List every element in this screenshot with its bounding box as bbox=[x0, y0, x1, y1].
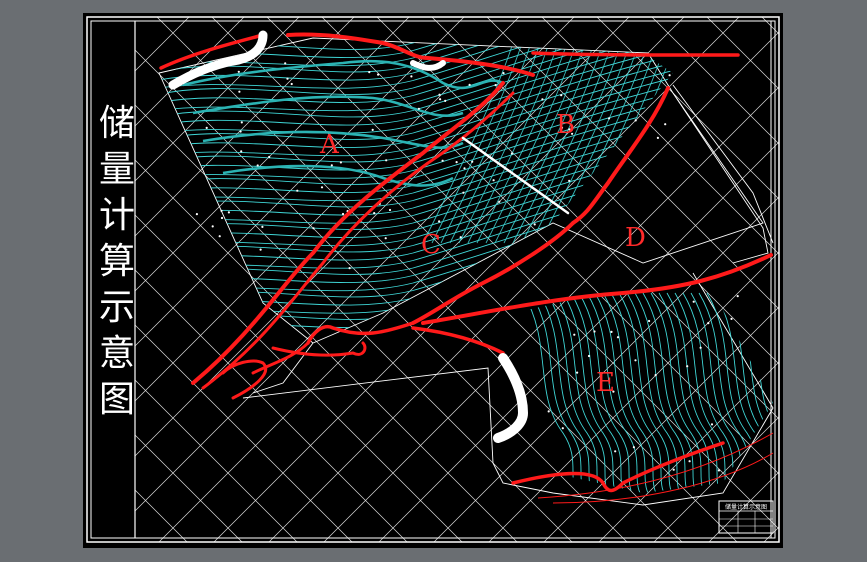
block-label-a: A bbox=[319, 130, 340, 160]
block-label-b: B bbox=[556, 110, 575, 140]
title-block-text: 储量计算示意图 bbox=[725, 503, 767, 511]
drawing-sheet: 储量计算示意图 A B C D E 储量计算示意图 bbox=[83, 13, 783, 548]
title-block[interactable]: 储量计算示意图 bbox=[718, 500, 774, 534]
contours-block-e bbox=[522, 292, 773, 493]
block-label-e: E bbox=[596, 368, 615, 398]
coordinate-grid bbox=[135, 17, 779, 542]
block-label-c: C bbox=[421, 230, 441, 260]
cad-drawing[interactable]: A B C D E 储量计算示意图 bbox=[83, 13, 783, 548]
block-label-d: D bbox=[625, 223, 646, 253]
